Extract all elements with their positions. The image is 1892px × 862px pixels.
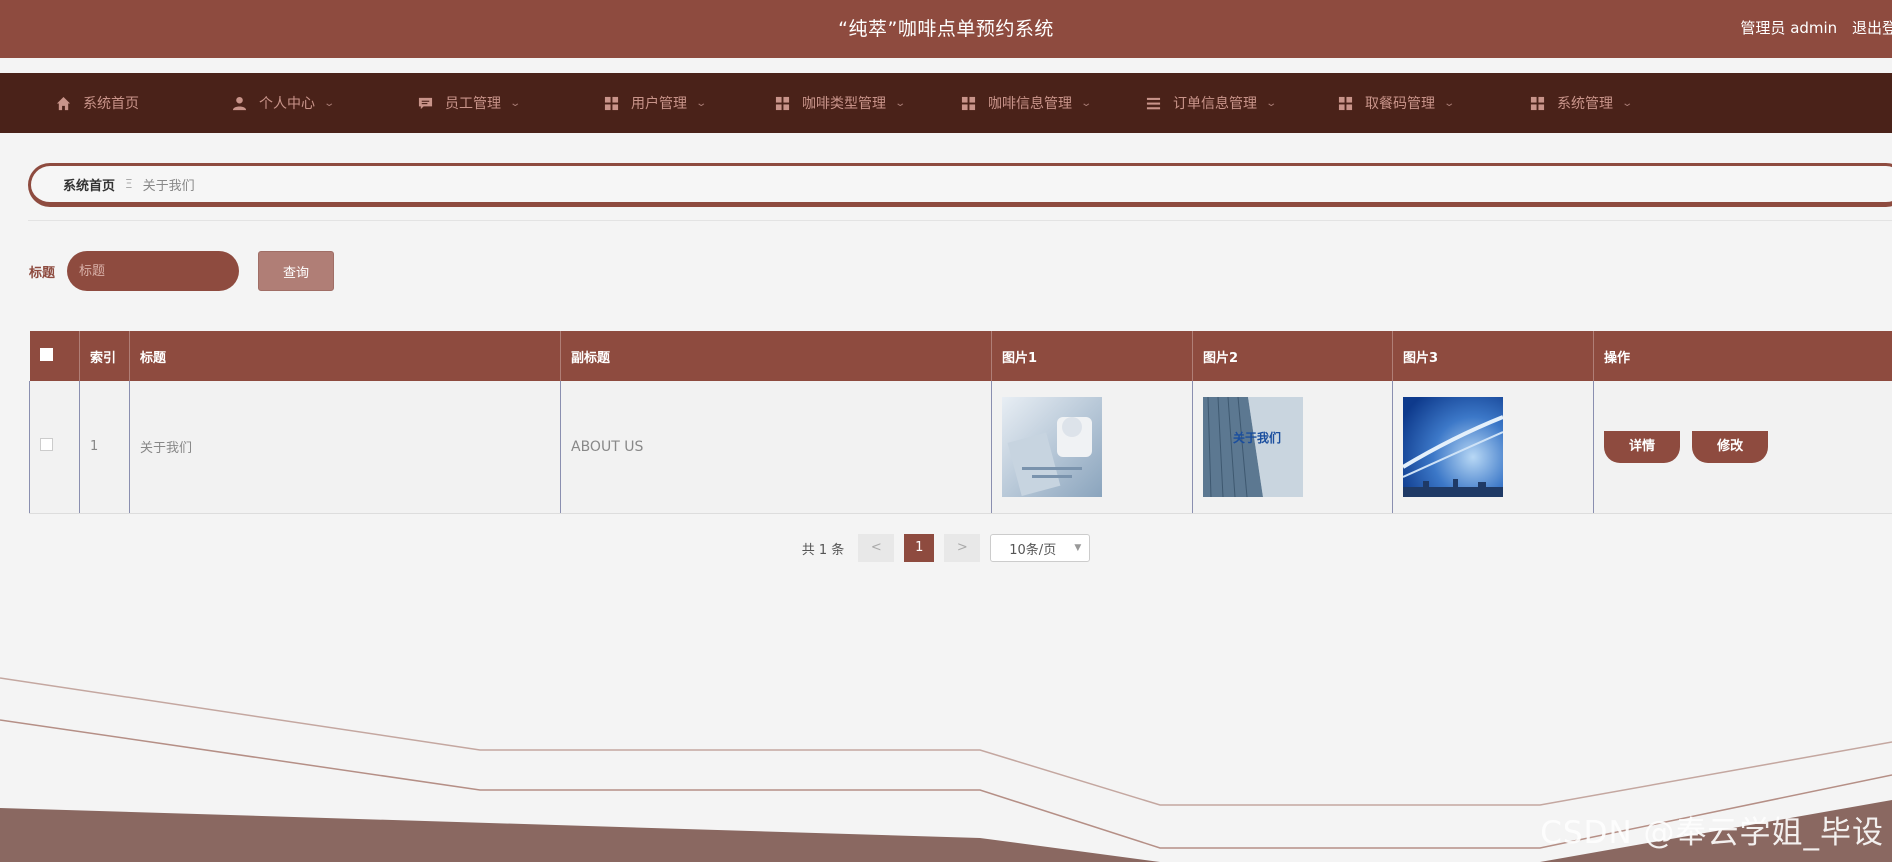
chevron-down-icon: ⌄ [894, 97, 907, 109]
grid-icon [604, 96, 619, 110]
query-button[interactable]: 查询 [258, 251, 334, 291]
row-title: 关于我们 [129, 381, 561, 514]
grid-icon [1530, 96, 1545, 110]
grid-icon [961, 96, 976, 110]
nav-item-label: 取餐码管理 [1365, 96, 1435, 112]
page-size-value: 10条/页 [1009, 542, 1057, 558]
nav-item-label: 员工管理 [445, 96, 501, 112]
chevron-down-icon: ⌄ [1621, 97, 1634, 109]
logout-link[interactable]: 退出登录 [1852, 19, 1892, 37]
nav-item-staff[interactable]: 员工管理 ⌄ [418, 73, 522, 133]
nav-item-system[interactable]: 系统管理 ⌄ [1530, 73, 1634, 133]
building-photo[interactable]: 关于我们 [1203, 396, 1303, 497]
chevron-down-icon: ⌄ [1080, 97, 1093, 109]
total-count: 共 1 条 [801, 542, 845, 558]
nav-item-users[interactable]: 用户管理 ⌄ [604, 73, 708, 133]
search-label: 标题 [29, 266, 56, 281]
main-nav: 系统首页 个人中心 ⌄ 员工管理 ⌄ 用户管理 ⌄ 咖啡类型管理 ⌄ 咖啡信息管… [0, 73, 1892, 133]
chevron-down-icon: ▼ [1074, 543, 1082, 553]
select-all-checkbox[interactable] [39, 347, 53, 361]
grid-icon [1338, 96, 1353, 110]
breadcrumb-current: 关于我们 [142, 178, 195, 194]
col-header-image3: 图片3 [1392, 331, 1594, 381]
col-header-index: 索引 [79, 331, 130, 381]
app-title: “纯萃”咖啡点单预约系统 [838, 18, 1054, 40]
detail-button[interactable]: 详情 [1604, 430, 1680, 463]
nav-item-coffee-types[interactable]: 咖啡类型管理 ⌄ [775, 73, 907, 133]
user-icon [232, 96, 247, 110]
grid-icon [775, 96, 790, 110]
business-photo[interactable] [1002, 396, 1102, 497]
nav-item-label: 用户管理 [631, 96, 687, 112]
home-icon [56, 96, 71, 110]
top-header: “纯萃”咖啡点单预约系统 管理员 admin 退出登录 [0, 0, 1892, 58]
page-size-select[interactable]: 10条/页 ▼ [990, 534, 1091, 562]
col-header-image1: 图片1 [991, 331, 1193, 381]
chevron-down-icon: ⌄ [323, 97, 336, 109]
col-header-subtitle: 副标题 [560, 331, 992, 381]
row-image1-cell [991, 381, 1193, 514]
breadcrumb: 系统首页 Ξ 关于我们 [28, 163, 1892, 207]
nav-item-label: 系统管理 [1557, 96, 1613, 112]
row-image2-cell: 关于我们 [1192, 381, 1393, 514]
user-bar: 管理员 admin 退出登录 [1740, 17, 1892, 38]
list-icon [1146, 97, 1161, 109]
data-table: 索引 标题 副标题 图片1 图片2 图片3 操作 1 关于我们 ABOUT US [29, 331, 1892, 514]
nav-item-orders[interactable]: 订单信息管理 ⌄ [1146, 73, 1278, 133]
chat-icon [418, 97, 433, 109]
svg-text:关于我们: 关于我们 [1233, 430, 1281, 445]
watermark-text: CSDN @奉云学姐_毕设 [1540, 815, 1884, 851]
col-header-image2: 图片2 [1192, 331, 1393, 381]
select-all-cell [29, 331, 80, 381]
nav-item-home[interactable]: 系统首页 [56, 73, 139, 133]
chevron-down-icon: ⌄ [1265, 97, 1278, 109]
blue-sky-city-photo[interactable] [1403, 396, 1503, 497]
row-actions-cell: 详情 修改 [1593, 381, 1892, 514]
page-number-button[interactable]: 1 [904, 534, 935, 562]
nav-item-personal[interactable]: 个人中心 ⌄ [232, 73, 336, 133]
chevron-down-icon: ⌄ [695, 97, 708, 109]
breadcrumb-home[interactable]: 系统首页 [63, 175, 115, 194]
row-checkbox[interactable] [40, 438, 53, 452]
col-header-actions: 操作 [1593, 331, 1892, 381]
nav-item-pickup-codes[interactable]: 取餐码管理 ⌄ [1338, 73, 1456, 133]
row-select-cell [29, 381, 80, 514]
pagination: 共 1 条 < 1 > 10条/页 ▼ [0, 534, 1892, 562]
edit-button[interactable]: 修改 [1692, 430, 1769, 463]
col-header-title: 标题 [129, 331, 561, 381]
next-page-button[interactable]: > [944, 534, 981, 562]
nav-item-label: 订单信息管理 [1173, 96, 1257, 112]
row-image3-cell [1392, 381, 1594, 514]
user-role: 管理员 admin [1740, 19, 1838, 37]
row-index: 1 [79, 381, 130, 514]
breadcrumb-separator: Ξ [125, 177, 133, 191]
nav-item-label: 系统首页 [83, 96, 139, 112]
table-row: 1 关于我们 ABOUT US 关于我们 详情 修改 [29, 381, 1892, 514]
nav-item-label: 个人中心 [259, 96, 315, 112]
nav-item-label: 咖啡信息管理 [988, 96, 1072, 112]
title-search-input[interactable] [67, 251, 239, 291]
nav-item-coffee-info[interactable]: 咖啡信息管理 ⌄ [961, 73, 1093, 133]
row-subtitle: ABOUT US [560, 381, 992, 514]
chevron-down-icon: ⌄ [509, 97, 522, 109]
prev-page-button[interactable]: < [858, 534, 895, 562]
divider [28, 220, 1892, 221]
chevron-down-icon: ⌄ [1443, 97, 1456, 109]
table-header-row: 索引 标题 副标题 图片1 图片2 图片3 操作 [29, 331, 1892, 381]
nav-item-label: 咖啡类型管理 [802, 96, 886, 112]
